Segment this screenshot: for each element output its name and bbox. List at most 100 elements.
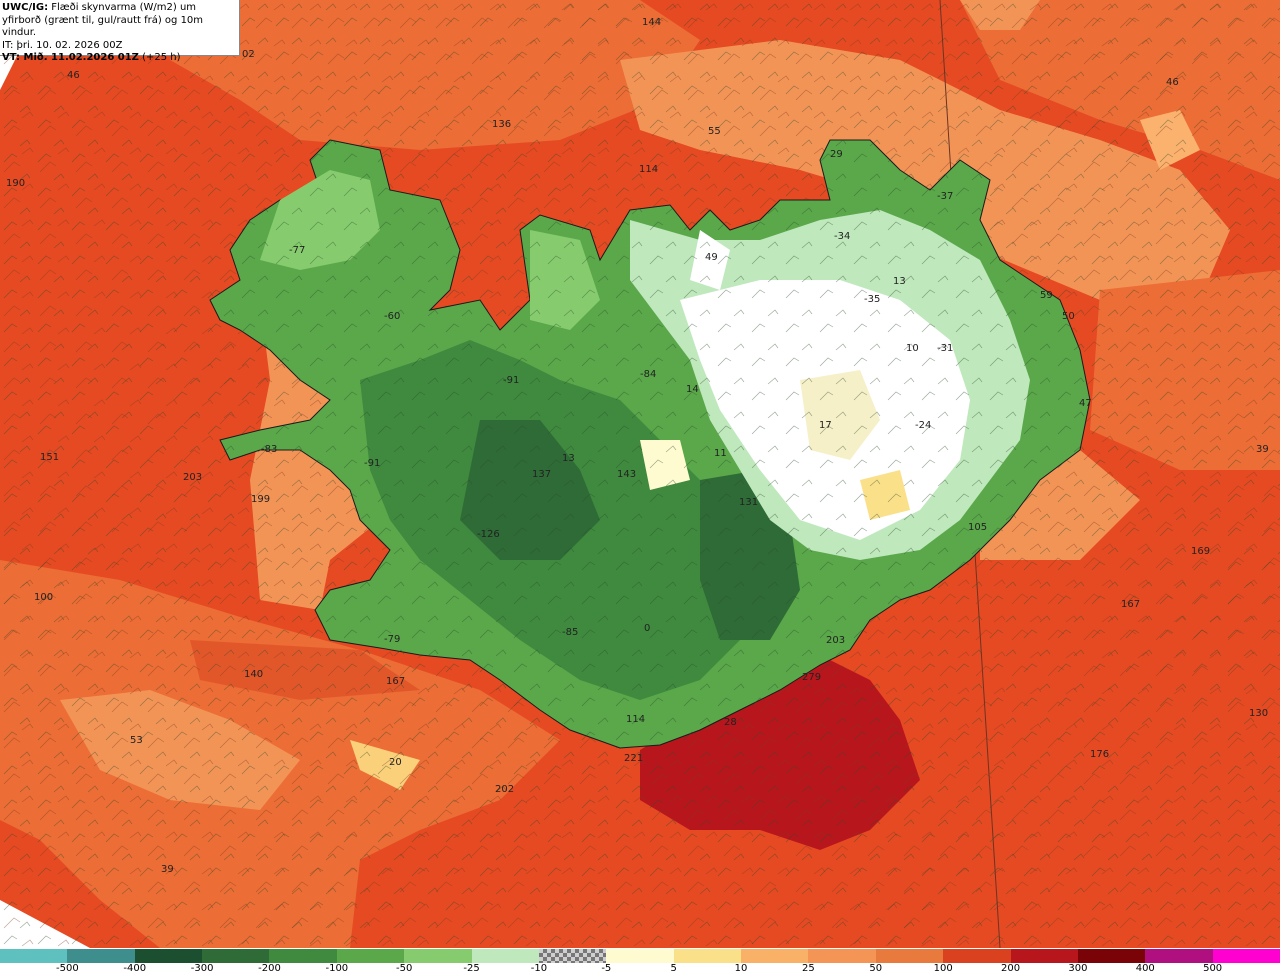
colorbar-tick-label: -200 [258,963,281,974]
colorbar-tick-label: -50 [396,963,413,974]
info-model: UWC/IG: [2,2,49,13]
info-title: Flæði skynvarma (W/m2) um [48,2,197,13]
colorbar-tick-label: 100 [933,963,953,974]
map-label: 144 [642,17,661,28]
colorbar-tick-label: 200 [1000,963,1021,974]
colorbar-swatch [134,949,203,963]
colorbar-swatch [606,949,675,963]
colorbar-swatch [741,949,809,963]
map-label: 167 [386,676,405,687]
map-label: -34 [834,231,850,242]
map-label: 28 [724,717,737,728]
colorbar-tick-label: -300 [190,963,214,974]
map-label: 11 [714,448,727,459]
map-info-box: UWC/IG: Flæði skynvarma (W/m2) um yfirbo… [0,0,240,63]
colorbar-swatch [1145,949,1214,963]
colorbar-tick-label: 500 [1203,963,1223,974]
colorbar-swatch [1077,949,1146,963]
colorbar-tick-label: -5 [601,963,612,974]
colorbar-swatch [404,949,473,963]
colorbar-swatch [202,949,270,963]
map-label: 130 [1249,708,1268,719]
colorbar-swatch [336,949,405,963]
colorbar-swatch [875,949,944,963]
colorbar-swatch [808,949,877,963]
colorbar-swatch [1010,949,1079,963]
colorbar-swatch [1212,949,1280,963]
colorbar-legend: -500 -400 -300 -200 -100 -50 -25 -10 -5 5 10 25 50 10… [0,948,1280,978]
map-label: 13 [893,276,906,287]
map-label: 140 [244,669,263,680]
info-initial-time: IT: þri. 10. 02. 2026 00Z [2,39,123,51]
colorbar-tick-label: -100 [325,963,349,974]
map-label: 39 [161,864,174,875]
colorbar-tick-label: 400 [1135,963,1155,974]
colorbar-swatch [673,949,742,963]
map: 144 02 46 136 55 114 190 46 29 -37 -34 4… [0,0,1280,948]
colorbar-tick-label: -25 [463,963,480,974]
map-label: 0 [644,623,650,634]
map-label: 131 [739,497,758,508]
map-label: 203 [826,635,845,646]
map-label: -79 [384,634,400,645]
map-label: -24 [915,420,931,431]
map-label: 100 [34,592,53,603]
colorbar-tick-label: 10 [734,963,748,974]
colorbar-tick-label: 300 [1068,963,1088,974]
info-valid-time: VT: Mið. 11.02.2026 01Z [2,52,139,63]
colorbar-swatch [67,949,136,963]
colorbar-swatch [538,949,607,963]
map-label: 02 [242,49,255,60]
map-label: 105 [968,522,987,533]
map-label: -91 [364,458,380,469]
map-label: 50 [1062,311,1075,322]
map-label: 13 [562,453,575,464]
colorbar-tick-label: 50 [869,963,883,974]
map-label: 47 [1079,398,1092,409]
map-label: 114 [626,714,645,725]
map-label: 167 [1121,599,1140,610]
colorbar-tick-label: 25 [802,963,815,974]
info-lead-time: (+25 h) [138,52,181,63]
map-label: 10 [906,343,919,354]
map-label: -84 [640,369,656,380]
map-label: 203 [183,472,202,483]
map-label: 169 [1191,546,1210,557]
map-label: 114 [639,164,658,175]
map-label: -60 [384,311,400,322]
map-label: 202 [495,784,514,795]
map-label: -126 [477,529,500,540]
map-label: 49 [705,252,718,263]
map-label: 14 [686,384,699,395]
colorbar-swatch [0,949,68,963]
map-label: -37 [937,191,953,202]
map-label: 137 [532,469,551,480]
map-label: 136 [492,119,511,130]
colorbar-tick-label: -10 [530,963,548,974]
map-label: 59 [1040,290,1053,301]
colorbar-swatch [471,949,540,963]
map-label: 39 [1256,444,1269,455]
info-description: yfirborð (grænt til, gul/rautt frá) og 1… [2,14,204,39]
colorbar-tick-label: 5 [670,963,677,974]
map-label: -83 [261,444,277,455]
colorbar-tick-label: -400 [123,963,147,974]
map-label: 29 [830,149,843,160]
map-label: -91 [503,375,519,386]
map-label: 55 [708,126,721,137]
map-label: 199 [251,494,270,505]
map-label: 151 [40,452,59,463]
colorbar-swatch [269,949,338,963]
map-label: -77 [289,245,305,256]
colorbar-swatch [943,949,1012,963]
map-label: 46 [1166,77,1179,88]
map-label: 143 [617,469,636,480]
map-label: 190 [6,178,25,189]
map-label: -35 [864,294,880,305]
map-label: 221 [624,753,643,764]
map-label: 17 [819,420,832,431]
map-label: -85 [562,627,578,638]
colorbar-tick-label: -500 [56,963,79,974]
map-label: 176 [1090,749,1109,760]
map-label: 46 [67,70,80,81]
